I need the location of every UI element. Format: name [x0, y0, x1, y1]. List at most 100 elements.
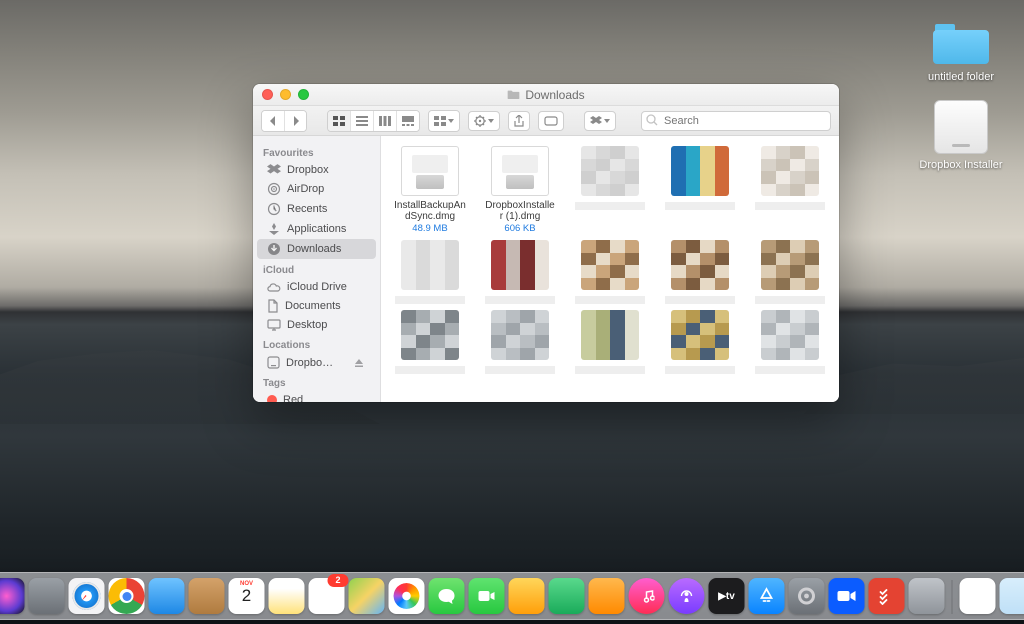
dock-app-itunes[interactable] [629, 578, 665, 614]
sidebar-item-label: iCloud Drive [287, 281, 347, 293]
file-item-redacted[interactable] [387, 310, 473, 374]
disk-icon [267, 356, 280, 369]
dock-app-messages[interactable] [429, 578, 465, 614]
file-name: DropboxInstaller (1).dmg [485, 200, 554, 222]
desktop-item-label: Dropbox Installer [916, 158, 1005, 172]
titlebar[interactable]: Downloads [253, 84, 839, 106]
file-item-redacted[interactable] [657, 146, 743, 234]
search-field[interactable] [641, 111, 831, 131]
dock-app-document[interactable] [960, 578, 996, 614]
dock-app-contacts[interactable] [189, 578, 225, 614]
sidebar-item-recents[interactable]: Recents [257, 199, 376, 219]
dock-app-zoom[interactable] [829, 578, 865, 614]
zoom-button[interactable] [298, 89, 309, 100]
file-item-redacted[interactable] [747, 146, 833, 234]
sidebar-item-airdrop[interactable]: AirDrop [257, 179, 376, 199]
search-input[interactable] [641, 111, 831, 131]
dock-app-pages[interactable] [589, 578, 625, 614]
file-item-redacted[interactable] [567, 310, 653, 374]
pixelated-thumbnail [491, 240, 549, 290]
forward-button[interactable] [284, 111, 306, 131]
dock-app-siri[interactable] [0, 578, 25, 614]
pixelated-thumbnail [761, 310, 819, 360]
view-columns-button[interactable] [373, 111, 396, 131]
sidebar-item-icloud-drive[interactable]: iCloud Drive [257, 278, 376, 296]
sidebar-item-dropbox[interactable]: Dropbox [257, 161, 376, 179]
dock-app-photos[interactable] [389, 578, 425, 614]
nav-back-forward [261, 110, 307, 132]
sidebar-item-documents[interactable]: Documents [257, 296, 376, 316]
dock-app-reminders[interactable] [309, 578, 345, 614]
dock-app-notes[interactable] [269, 578, 305, 614]
pixelated-thumbnail [401, 310, 459, 360]
view-list-button[interactable] [350, 111, 373, 131]
tag-dot-icon [267, 395, 277, 402]
dock-app-numbers[interactable] [549, 578, 585, 614]
close-button[interactable] [262, 89, 273, 100]
dock-app-screenshot[interactable] [909, 578, 945, 614]
dock-app-launchpad[interactable] [29, 578, 65, 614]
dock-app-calendar[interactable]: NOV2 [229, 578, 265, 614]
search-icon [646, 114, 658, 126]
action-menu-button[interactable] [468, 111, 500, 131]
sidebar-item-label: Documents [285, 300, 341, 312]
file-item-redacted[interactable] [477, 310, 563, 374]
view-icons-button[interactable] [328, 111, 350, 131]
file-item-redacted[interactable] [657, 240, 743, 304]
desktop-item-folder[interactable]: untitled folder [916, 18, 1006, 84]
dock-app-mail[interactable] [149, 578, 185, 614]
view-gallery-button[interactable] [396, 111, 419, 131]
desktop-item-drive[interactable]: Dropbox Installer [916, 100, 1006, 172]
documents-icon [267, 299, 279, 313]
group-button[interactable] [429, 111, 459, 131]
dropbox-toolbar-button[interactable] [584, 111, 616, 131]
share-button[interactable] [508, 111, 530, 131]
eject-icon[interactable] [352, 358, 366, 368]
sidebar-item-red[interactable]: Red [257, 391, 376, 402]
sidebar-header: Favourites [253, 142, 380, 161]
sidebar-item-applications[interactable]: Applications [257, 219, 376, 239]
dock-app-sketch[interactable] [509, 578, 545, 614]
minimize-button[interactable] [280, 89, 291, 100]
dock-app-appstore[interactable] [749, 578, 785, 614]
finder-window[interactable]: Downloads FavouritesDropbox AirDrop Recent… [253, 84, 839, 402]
back-button[interactable] [262, 111, 284, 131]
sidebar[interactable]: FavouritesDropbox AirDrop RecentsApplicati… [253, 136, 381, 402]
dock-app-todoist[interactable] [869, 578, 905, 614]
desktop-item-label: untitled folder [925, 70, 997, 84]
pixelated-thumbnail [491, 310, 549, 360]
dock-app-podcasts[interactable] [669, 578, 705, 614]
arrange-menu[interactable] [428, 110, 460, 132]
sidebar-item-dropbo-[interactable]: Dropbo… [257, 353, 376, 372]
dock-separator [952, 580, 953, 614]
file-name-redacted [755, 296, 825, 304]
dock-app-tv[interactable]: ▶tv [709, 578, 745, 614]
file-item[interactable]: DropboxInstaller (1).dmg606 KB [477, 146, 563, 234]
dock-app-maps[interactable] [349, 578, 385, 614]
dock[interactable]: NOV2 ▶tv [0, 572, 1024, 620]
downloads-icon [267, 242, 281, 256]
sidebar-item-label: Red [283, 394, 303, 402]
file-item-redacted[interactable] [657, 310, 743, 374]
apps-icon [267, 222, 281, 236]
file-item[interactable]: InstallBackupAndSync.dmg48.9 MB [387, 146, 473, 234]
sidebar-item-label: AirDrop [287, 183, 324, 195]
dmg-icon [491, 146, 549, 196]
dock-app-preferences[interactable] [789, 578, 825, 614]
tags-button[interactable] [538, 111, 564, 131]
file-item-redacted[interactable] [567, 146, 653, 234]
dock-app-desktop-stack[interactable] [1000, 578, 1024, 614]
sidebar-item-downloads[interactable]: Downloads [257, 239, 376, 259]
file-item-redacted[interactable] [387, 240, 473, 304]
file-item-redacted[interactable] [747, 310, 833, 374]
sidebar-item-desktop[interactable]: Desktop [257, 316, 376, 334]
folder-icon [507, 89, 520, 100]
icloud-icon [267, 282, 281, 293]
dock-app-safari[interactable] [69, 578, 105, 614]
file-grid[interactable]: InstallBackupAndSync.dmg48.9 MBDropboxIn… [381, 136, 839, 402]
dock-app-facetime[interactable] [469, 578, 505, 614]
file-item-redacted[interactable] [477, 240, 563, 304]
file-item-redacted[interactable] [747, 240, 833, 304]
file-item-redacted[interactable] [567, 240, 653, 304]
dock-app-chrome[interactable] [109, 578, 145, 614]
